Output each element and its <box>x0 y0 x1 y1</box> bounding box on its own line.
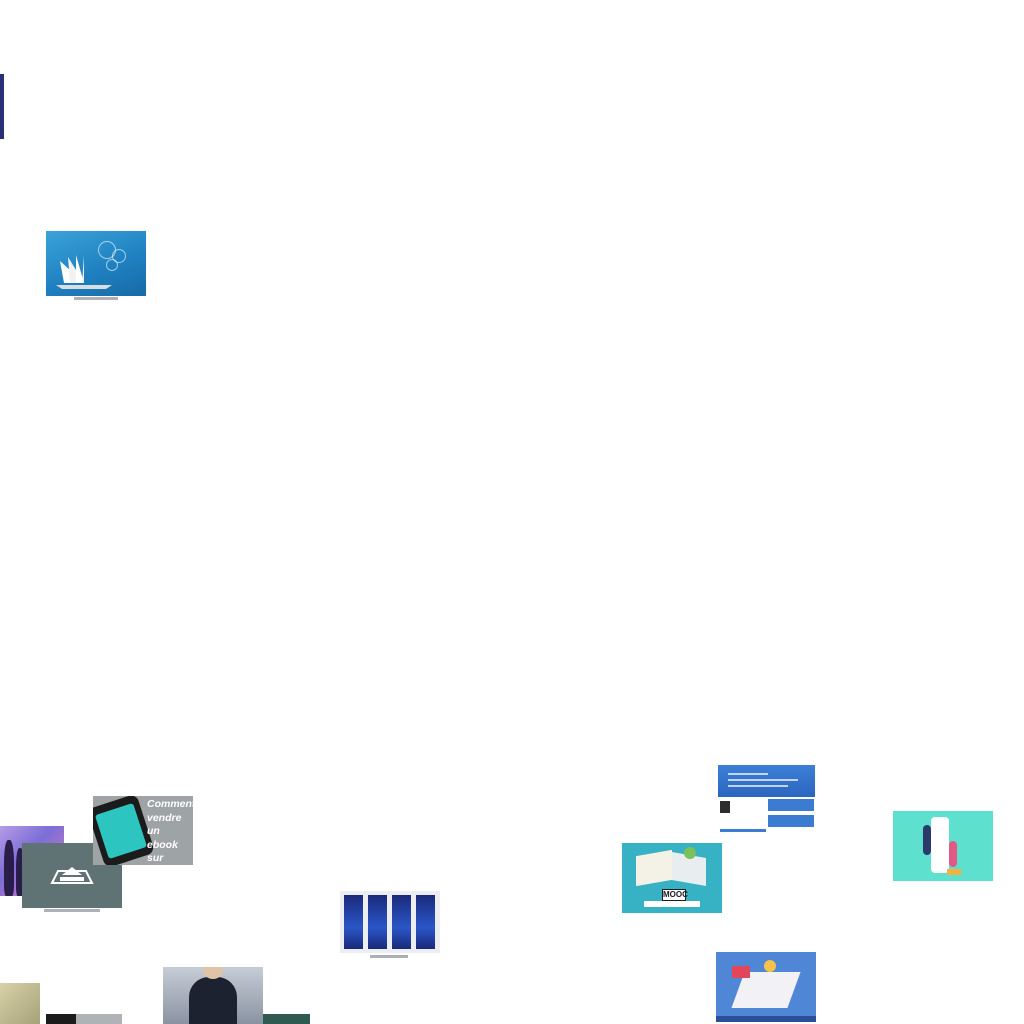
person-figure <box>189 977 237 1024</box>
thumbnail-businessman-phone[interactable] <box>163 967 263 1024</box>
tablet-image <box>93 796 156 865</box>
thumbnail-title: Comment vendre un ebook sur internet ? <box>147 798 193 864</box>
image-results-page: Comment vendre un ebook sur internet ? <box>0 0 1024 1024</box>
edge-accent-bar <box>0 74 4 139</box>
thumbnail-laptop-book-gears[interactable] <box>46 231 146 296</box>
thumbnail-mooc[interactable]: MOOC <box>622 843 722 913</box>
gear-icon <box>106 259 118 271</box>
thumbnail-blue-banners[interactable] <box>340 891 440 953</box>
person-figure <box>923 825 931 855</box>
open-book <box>636 849 672 887</box>
thumbnail-desk-corner[interactable] <box>0 983 40 1024</box>
mooc-badge: MOOC <box>662 889 688 901</box>
thumbnail-caption <box>74 297 118 300</box>
clock-icon <box>764 960 776 972</box>
thumbnail-green-corner[interactable] <box>263 1014 310 1024</box>
phone-image <box>931 817 949 873</box>
thumbnail-website-screenshot[interactable] <box>718 765 815 832</box>
banner-panel <box>416 895 435 949</box>
thumbnail-dark-strip[interactable] <box>46 1014 122 1024</box>
thumbnail-ebook-sales[interactable]: Comment vendre un ebook sur internet ? <box>93 796 193 865</box>
banner-panel <box>344 895 363 949</box>
thumbnail-caption <box>370 955 408 958</box>
tree-icon <box>684 847 696 859</box>
site-header <box>718 765 815 797</box>
thumbnail-caption <box>44 909 100 912</box>
silhouette <box>4 840 14 896</box>
box-shape <box>947 869 961 875</box>
red-card <box>732 966 750 978</box>
thumbnail-teal-illustration[interactable] <box>893 811 993 881</box>
person-figure <box>949 841 957 867</box>
banner-panel <box>368 895 387 949</box>
subtitle-band <box>644 901 700 907</box>
house-logo-icon <box>50 867 94 884</box>
footer-band <box>716 1016 816 1022</box>
banner-panel <box>392 895 411 949</box>
thumbnail-isometric-laptop[interactable] <box>716 952 816 1022</box>
